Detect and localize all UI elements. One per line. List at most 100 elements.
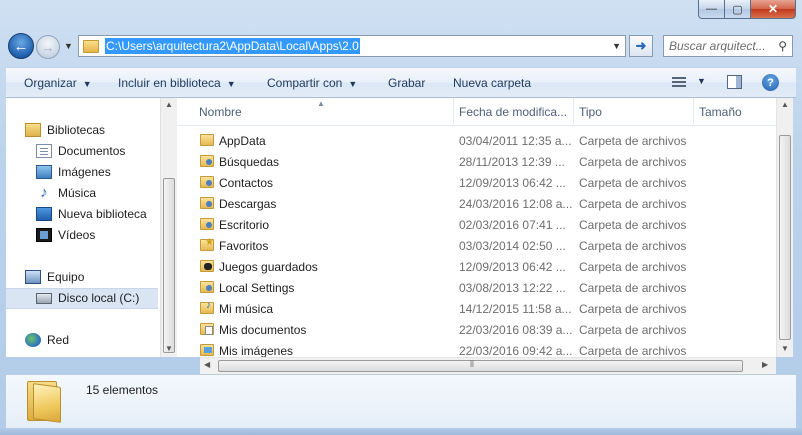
back-button[interactable]: ← [8, 33, 34, 59]
burn-button[interactable]: Grabar [388, 76, 425, 90]
scroll-right-icon[interactable]: ▶ [762, 360, 768, 369]
file-name: Mis documentos [219, 323, 307, 337]
search-input[interactable] [669, 39, 769, 53]
network-icon [25, 333, 41, 347]
file-date: 22/03/2016 09:42 a... [459, 344, 573, 357]
column-type[interactable]: Tipo [579, 105, 602, 119]
nav-item-new-library[interactable]: Nueva biblioteca [36, 204, 147, 224]
scrollbar-thumb[interactable] [779, 135, 791, 340]
chevron-down-icon: ▼ [226, 79, 236, 89]
file-row[interactable]: Búsquedas 28/11/2013 12:39 ... Carpeta de … [177, 151, 776, 172]
nav-item-documents[interactable]: Documentos [36, 141, 125, 161]
share-with-menu[interactable]: Compartir con ▼ [267, 76, 357, 90]
chevron-down-icon[interactable]: ▼ [612, 41, 621, 51]
scroll-down-icon[interactable]: ▼ [781, 344, 789, 353]
file-row[interactable]: Contactos 12/09/2013 06:42 ... Carpeta de … [177, 172, 776, 193]
documents-icon [36, 144, 52, 158]
file-name: Búsquedas [219, 155, 280, 169]
file-list-vertical-scrollbar[interactable]: ▲ ▼ [776, 98, 793, 357]
file-name: Local Settings [219, 281, 295, 295]
file-type: Carpeta de archivos [579, 344, 687, 357]
pictures-folder-icon [200, 344, 214, 356]
column-header: ▲ Nombre Fecha de modifica... Tipo Tamañ… [177, 98, 776, 126]
nav-item-images[interactable]: Imágenes [36, 162, 111, 182]
column-size[interactable]: Tamaño [699, 105, 742, 119]
file-row[interactable]: Descargas 24/03/2016 12:08 a... Carpeta de… [177, 193, 776, 214]
file-date: 02/03/2016 07:41 ... [459, 218, 566, 232]
file-row[interactable]: Escritorio 02/03/2016 07:41 ... Carpeta de… [177, 214, 776, 235]
column-date-modified[interactable]: Fecha de modifica... [459, 105, 567, 119]
new-library-icon [36, 207, 52, 221]
address-path[interactable]: C:\Users\arquitectura2\AppData\Local\App… [105, 38, 360, 54]
address-bar[interactable]: C:\Users\arquitectura2\AppData\Local\App… [78, 35, 626, 57]
file-type: Carpeta de archivos [579, 239, 687, 253]
file-name: Mis imágenes [219, 344, 294, 357]
sort-ascending-icon: ▲ [317, 99, 325, 108]
file-name: Descargas [219, 197, 277, 211]
file-row[interactable]: Mis imágenes 22/03/2016 09:42 a... Carpeta… [177, 340, 776, 357]
search-icon[interactable]: ⚲ [778, 39, 787, 53]
scrollbar-grip-icon: ⦀ [470, 359, 474, 369]
nav-item-computer[interactable]: Equipo [25, 267, 84, 287]
libraries-icon [25, 123, 41, 137]
saved-games-folder-icon [200, 260, 214, 272]
preview-pane-icon[interactable] [727, 75, 742, 89]
nav-item-local-disk[interactable]: Disco local (C:) [36, 288, 139, 308]
navigation-pane: Bibliotecas Documentos Imágenes ♪ Música … [6, 98, 164, 357]
file-row[interactable]: Local Settings 03/08/2013 12:22 ... Carpet… [177, 277, 776, 298]
nav-pane-scrollbar[interactable]: ▲ ▼ [160, 98, 177, 357]
scroll-down-icon[interactable]: ▼ [165, 344, 173, 353]
column-name[interactable]: Nombre [199, 105, 242, 119]
file-type: Carpeta de archivos [579, 176, 687, 190]
file-row[interactable]: Favoritos 03/03/2014 02:50 ... Carpeta de … [177, 235, 776, 256]
forward-button[interactable]: → [36, 35, 60, 59]
scrollbar-thumb[interactable] [218, 360, 743, 372]
scrollbar-thumb[interactable] [163, 178, 175, 353]
minimize-button[interactable]: — [698, 0, 725, 19]
nav-item-music[interactable]: ♪ Música [36, 183, 96, 203]
nav-item-libraries[interactable]: Bibliotecas [25, 120, 105, 140]
minimize-icon: — [706, 3, 717, 15]
file-type: Carpeta de archivos [579, 260, 687, 274]
nav-item-network[interactable]: Red [25, 330, 69, 350]
go-button[interactable]: ➜ [629, 35, 653, 57]
file-row[interactable]: Juegos guardados 12/09/2013 06:42 ... Carp… [177, 256, 776, 277]
file-date: 12/09/2013 06:42 ... [459, 260, 566, 274]
favorites-folder-icon [200, 237, 214, 251]
organize-menu[interactable]: Organizar ▼ [24, 76, 92, 90]
include-library-menu[interactable]: Incluir en biblioteca ▼ [118, 76, 236, 90]
file-date: 22/03/2016 08:39 a... [459, 323, 573, 337]
file-row[interactable]: Mi música 14/12/2015 11:58 a... Carpeta de… [177, 298, 776, 319]
scroll-left-icon[interactable]: ◀ [204, 360, 210, 369]
window-bottom-border [0, 428, 802, 435]
nav-item-label: Red [47, 333, 70, 347]
file-list-horizontal-scrollbar[interactable]: ◀ ⦀ ▶ [200, 357, 776, 374]
search-box[interactable]: ⚲ [663, 35, 793, 57]
file-type: Carpeta de archivos [579, 134, 687, 148]
desktop-folder-icon [200, 218, 214, 230]
nav-item-label: Imágenes [58, 165, 111, 179]
file-type: Carpeta de archivos [579, 155, 687, 169]
scroll-up-icon[interactable]: ▲ [165, 100, 173, 109]
maximize-button[interactable]: ▢ [725, 0, 751, 19]
nav-item-videos[interactable]: Vídeos [36, 225, 95, 245]
help-icon[interactable]: ? [762, 74, 779, 91]
nav-item-label: Música [58, 186, 97, 200]
file-row[interactable]: AppData 03/04/2011 12:35 a... Carpeta de a… [177, 130, 776, 151]
file-type: Carpeta de archivos [579, 218, 687, 232]
music-folder-icon [200, 300, 214, 314]
recent-pages-dropdown[interactable]: ▼ [64, 41, 73, 51]
change-view-icon[interactable] [672, 77, 686, 89]
close-button[interactable]: ✕ [751, 0, 796, 19]
chevron-down-icon: ▼ [348, 79, 358, 89]
new-folder-label: Nueva carpeta [453, 76, 532, 90]
view-options-dropdown[interactable]: ▼ [697, 76, 706, 86]
scroll-up-icon[interactable]: ▲ [781, 100, 789, 109]
file-row[interactable]: Mis documentos 22/03/2016 08:39 a... Carpe… [177, 319, 776, 340]
nav-item-label: Disco local (C:) [58, 291, 140, 305]
share-with-label: Compartir con [267, 76, 343, 90]
nav-item-label: Bibliotecas [47, 123, 106, 137]
item-count: 15 elementos [86, 383, 159, 397]
new-folder-button[interactable]: Nueva carpeta [453, 76, 531, 90]
details-pane: 15 elementos [6, 374, 796, 428]
